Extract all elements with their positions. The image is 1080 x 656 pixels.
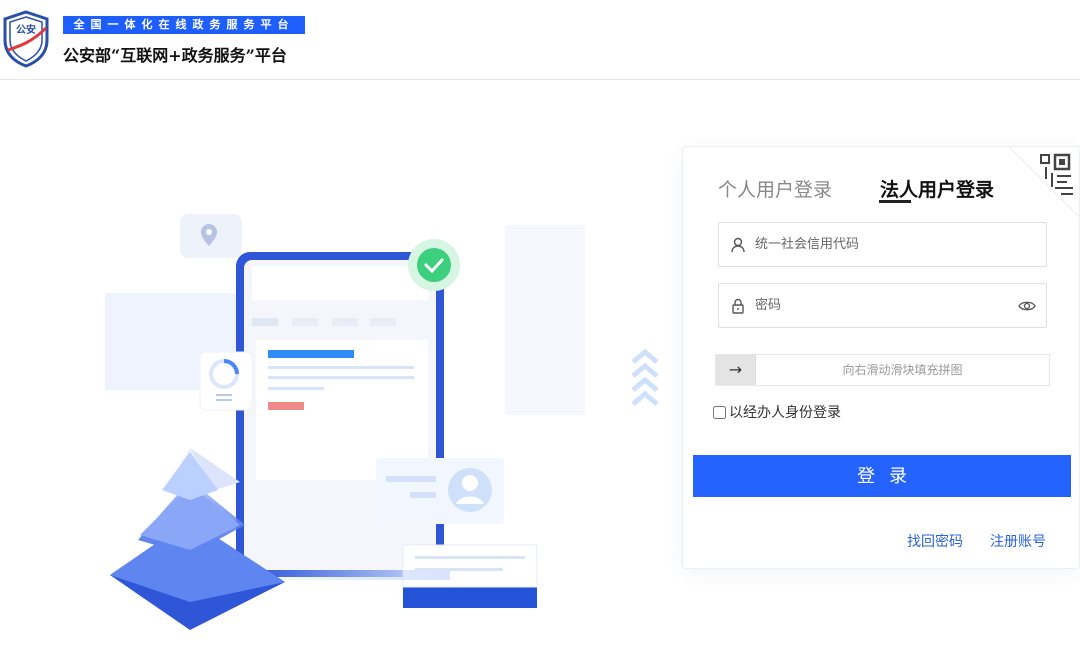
login-card: 个人用户登录 法人用户登录 → 向右 [682, 146, 1080, 569]
check-badge-icon [408, 239, 460, 291]
site-title: 公安部“互联网+政务服务”平台 [63, 46, 287, 65]
page-header: 公安 全国一体化在线政务服务平台 公安部“互联网+政务服务”平台 [0, 0, 1080, 80]
register-account-link[interactable]: 注册账号 [990, 531, 1046, 551]
agent-login-checkbox[interactable] [713, 405, 726, 419]
credit-code-input[interactable] [755, 223, 1015, 266]
user-icon [731, 237, 745, 253]
agent-login-label: 以经办人身份登录 [729, 405, 841, 421]
eye-icon[interactable] [1018, 298, 1036, 314]
location-pin-icon [180, 214, 242, 258]
password-field [718, 283, 1047, 328]
lock-icon [732, 298, 744, 314]
forgot-password-link[interactable]: 找回密码 [907, 531, 963, 551]
platform-subtitle: 全国一体化在线政务服务平台 [63, 16, 305, 34]
hero-illustration [105, 214, 659, 630]
agent-login-option[interactable]: 以经办人身份登录 [713, 402, 841, 422]
qr-code-icon[interactable] [1009, 147, 1079, 217]
login-button[interactable]: 登录 [693, 455, 1071, 497]
password-input[interactable] [755, 284, 1015, 327]
active-tab-indicator [879, 200, 911, 203]
logo-text: 公安 [16, 23, 36, 36]
tab-personal-login[interactable]: 个人用户登录 [718, 175, 832, 202]
slider-hint: 向右滑动滑块填充拼图 [842, 363, 963, 377]
shield-logo-icon: 公安 [3, 10, 49, 68]
avatar-icon [448, 468, 492, 512]
slider-handle[interactable]: → [716, 355, 756, 385]
credit-code-field [718, 222, 1047, 267]
tab-corporate-login[interactable]: 法人用户登录 [880, 175, 994, 202]
slider-captcha: → 向右滑动滑块填充拼图 [715, 354, 1050, 386]
